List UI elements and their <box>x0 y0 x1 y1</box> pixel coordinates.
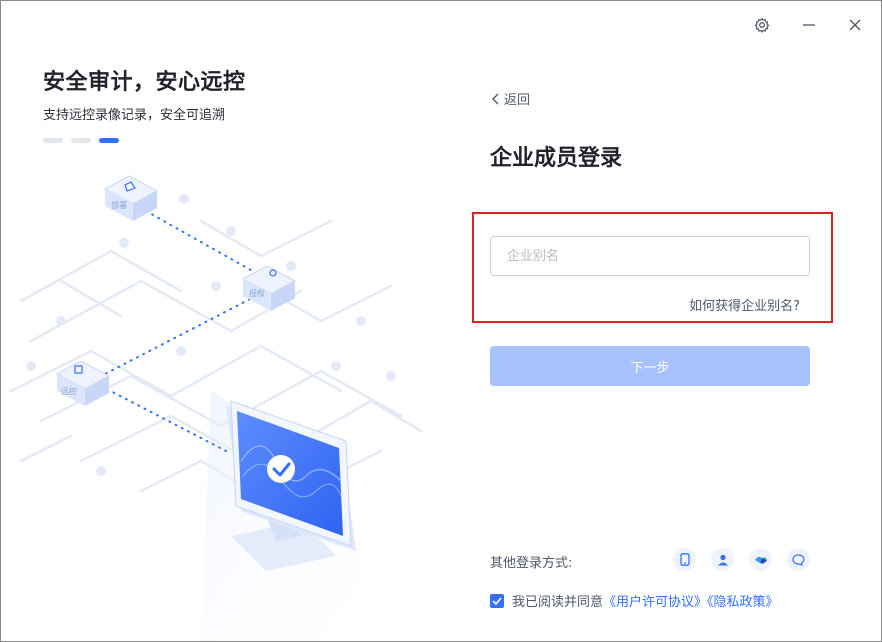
agreement-row: 我已阅读并同意《用户许可协议》《隐私政策》 <box>490 591 779 610</box>
node-authorize: 授权 <box>241 265 297 311</box>
chat-bubble-icon[interactable] <box>787 548 810 571</box>
node-label-deploy: 部署 <box>111 200 127 210</box>
how-to-get-alias-link[interactable]: 如何获得企业别名? <box>689 295 800 314</box>
enterprise-alias-input[interactable] <box>490 236 810 276</box>
next-step-button[interactable]: 下一步 <box>490 346 810 386</box>
node-label-authorize: 授权 <box>249 288 265 298</box>
remote-control-illustration: 部署 授权 远控 <box>9 175 423 641</box>
agreement-text: 我已阅读并同意 <box>512 595 604 610</box>
gear-icon[interactable] <box>751 14 773 36</box>
user-agreement-link[interactable]: 《用户许可协议》 <box>603 595 707 610</box>
agreement-checkbox[interactable] <box>490 593 504 608</box>
node-label-remote: 远控 <box>61 386 77 396</box>
carousel-dot-1[interactable] <box>43 138 63 143</box>
hero-panel: 安全审计，安心远控 支持远控录像记录，安全可追溯 部署 授权 远控 <box>1 1 441 641</box>
chevron-left-icon <box>492 93 499 104</box>
node-deploy: 部署 <box>103 175 159 221</box>
close-icon[interactable] <box>844 14 866 36</box>
user-icon[interactable] <box>711 548 734 571</box>
back-label: 返回 <box>504 93 531 108</box>
enterprise-wechat-icon[interactable] <box>749 548 772 571</box>
page-title: 企业成员登录 <box>490 146 623 171</box>
hero-subtitle: 支持远控录像记录，安全可追溯 <box>43 108 226 123</box>
carousel-indicator <box>43 138 119 143</box>
privacy-policy-link[interactable]: 《隐私政策》 <box>707 595 779 610</box>
hero-title: 安全审计，安心远控 <box>43 70 246 95</box>
phone-icon[interactable] <box>673 548 696 571</box>
carousel-dot-2[interactable] <box>71 138 91 143</box>
minimize-icon[interactable] <box>798 14 820 36</box>
node-remote: 远控 <box>55 360 111 406</box>
carousel-dot-3[interactable] <box>99 138 119 143</box>
back-link[interactable]: 返回 <box>491 89 530 108</box>
app-window: 安全审计，安心远控 支持远控录像记录，安全可追溯 部署 授权 远控 返回 企业成… <box>0 0 882 642</box>
other-login-methods <box>673 548 810 571</box>
other-login-label: 其他登录方式: <box>490 556 573 571</box>
